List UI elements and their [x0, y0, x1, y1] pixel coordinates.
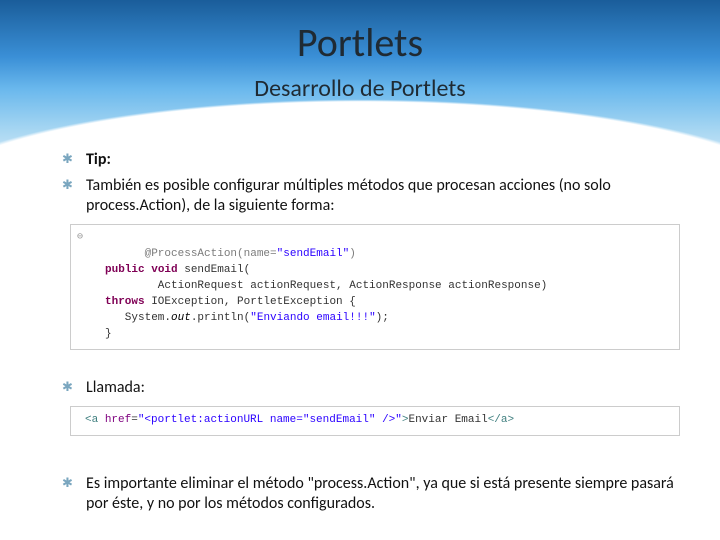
code-text: sendEmail( — [178, 264, 251, 276]
code-text: ) — [349, 248, 356, 260]
code-text: void — [151, 264, 177, 276]
code-text: ); — [376, 312, 389, 324]
code-text: <a — [85, 414, 105, 426]
code-text: @ProcessAction(name= — [145, 248, 277, 260]
code-text: } — [105, 328, 112, 340]
code-text: throws — [105, 296, 145, 308]
code-text: public — [105, 264, 145, 276]
fold-icon: ⊖ — [77, 231, 83, 246]
code-text: "sendEmail" — [277, 248, 350, 260]
bullet-llamada: Llamada: — [62, 378, 680, 398]
code-block-java: ⊖ @ProcessAction(name="sendEmail") public… — [70, 224, 680, 350]
code-text: .println( — [191, 312, 250, 324]
code-text: = — [131, 414, 138, 426]
bullet-note: Es importante eliminar el método "proces… — [62, 474, 680, 514]
content-area: Tip: También es posible configurar múlti… — [62, 150, 680, 520]
code-text: href — [105, 414, 131, 426]
bullet-tip: Tip: — [62, 150, 680, 170]
code-block-jsp: <a href="<portlet:actionURL name="sendEm… — [70, 406, 680, 436]
slide-subtitle: Desarrollo de Portlets — [0, 74, 720, 103]
slide-title: Portlets — [0, 18, 720, 67]
code-text: "<portlet:actionURL name="sendEmail" />" — [138, 414, 402, 426]
code-text: ActionRequest actionRequest, ActionRespo… — [105, 280, 547, 292]
code-text: out — [171, 312, 191, 324]
bullet-intro: También es posible configurar múltiples … — [62, 176, 680, 216]
slide: Portlets Desarrollo de Portlets Tip: Tam… — [0, 0, 720, 540]
bullet-tip-text: Tip: — [86, 150, 111, 169]
code-text: "Enviando email!!!" — [250, 312, 375, 324]
code-text: System. — [105, 312, 171, 324]
code-text: Enviar Email — [408, 414, 487, 426]
code-text: IOException, PortletException { — [145, 296, 356, 308]
code-text: </a> — [488, 414, 514, 426]
